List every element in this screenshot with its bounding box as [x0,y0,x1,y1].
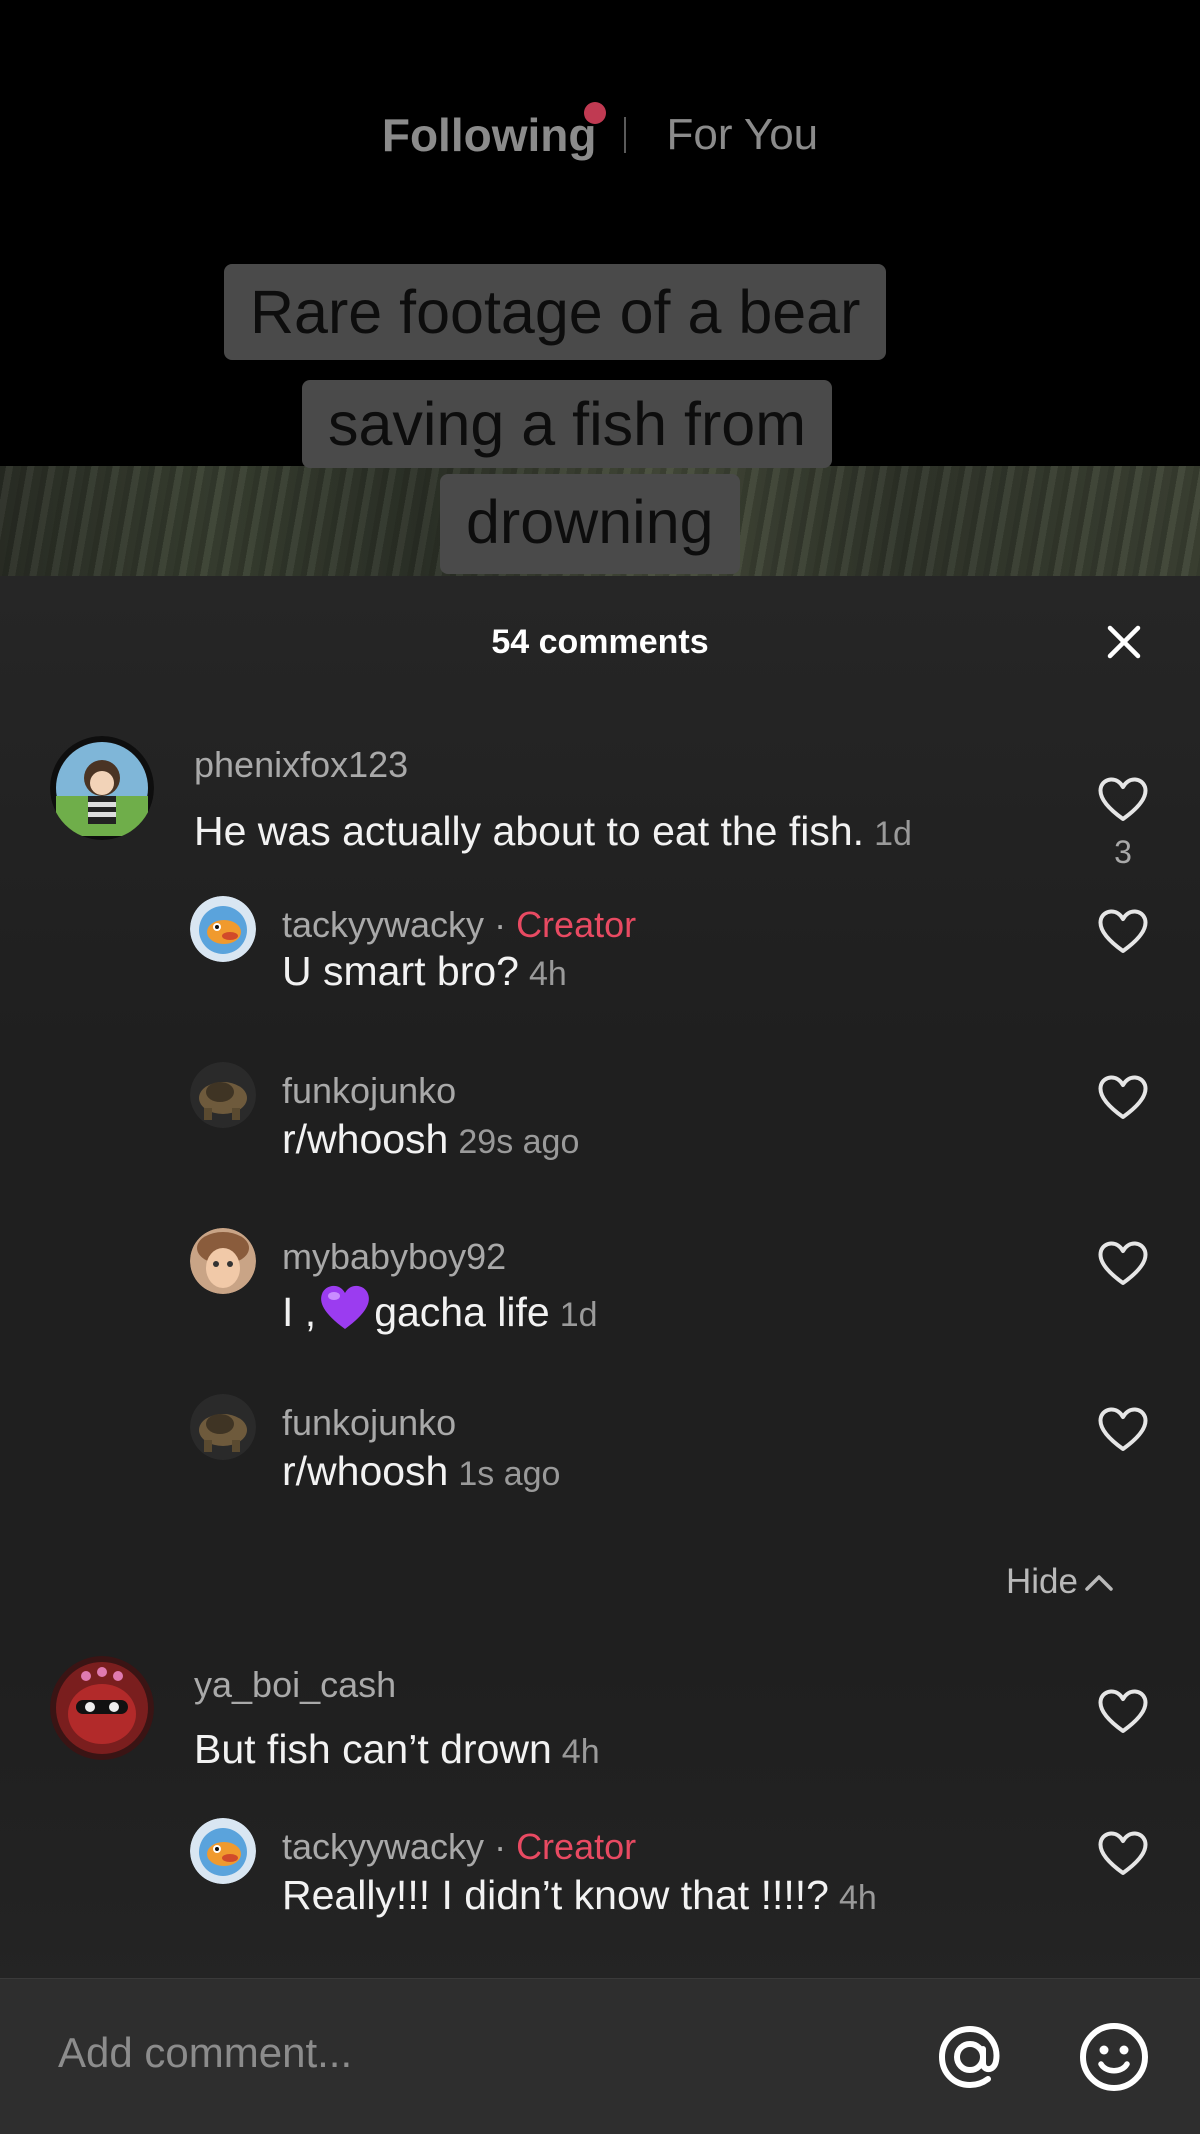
creator-badge: Creator [516,1826,637,1867]
separator-dot: · [494,1826,517,1867]
comment-body: But fish can’t drown [194,1726,552,1772]
avatar[interactable] [50,736,154,840]
comment-text: U smart bro? 4h [282,948,567,995]
reply-username[interactable]: tackyywacky [282,1826,484,1867]
comment-username: tackyywacky · Creator [282,1826,636,1868]
comment-username: tackyywacky · Creator [282,904,636,946]
close-icon [1107,625,1141,659]
comment-body-start: I , [282,1289,317,1335]
video-caption-line: saving a fish from [302,380,833,468]
comment-username[interactable]: funkojunko [282,1070,456,1112]
hide-replies-label: Hide [1006,1562,1078,1601]
comment-composer: Add comment... [0,1978,1200,2134]
heart-icon[interactable] [1096,1072,1150,1122]
comment-body: r/whoosh [282,1116,449,1162]
emoji-icon [1080,2023,1148,2091]
chevron-up-icon [1085,1575,1113,1591]
comment-body-end: gacha life [374,1289,550,1335]
add-comment-input[interactable]: Add comment... [58,2029,352,2077]
purple-heart-emoji [321,1285,370,1329]
avatar[interactable] [50,1656,154,1760]
tab-for-you-label: For You [666,110,819,159]
like-count: 3 [1114,834,1132,870]
at-icon [938,2025,1000,2089]
comment-text: But fish can’t drown 4h [194,1726,600,1773]
avatar[interactable] [190,1228,256,1294]
comment-body: U smart bro? [282,948,519,994]
comments-sheet: 54 comments phenixfox123 He was actually… [0,576,1200,2134]
tab-divider [624,117,627,153]
feed-tabs: Following For You [0,100,1200,170]
emoji-button[interactable] [1076,2019,1152,2095]
creator-badge: Creator [516,904,637,945]
comment-text: r/whoosh 29s ago [282,1116,579,1163]
comment-body: Really!!! I didn’t know that !!!!? [282,1872,829,1918]
comments-count: 54 comments [491,623,709,661]
comment-text: I , gacha life 1d [282,1282,598,1336]
heart-icon[interactable] [1096,1686,1150,1736]
comment-text: He was actually about to eat the fish. 1d [194,808,912,855]
comment-time: 1d [874,815,912,853]
comment-body: He was actually about to eat the fish. [194,808,865,854]
heart-icon[interactable] [1096,1238,1150,1288]
avatar[interactable] [190,1394,256,1460]
tab-following-label: Following [381,109,597,161]
heart-icon[interactable] [1096,906,1150,956]
video-caption-line: Rare footage of a bear [224,264,887,360]
notification-dot [584,102,607,124]
comment-body: r/whoosh [282,1448,449,1494]
comment-time: 4h [561,1733,600,1771]
comment-username[interactable]: funkojunko [282,1402,456,1444]
avatar[interactable] [190,1062,256,1128]
tab-following[interactable]: Following [381,102,607,162]
comment-time: 29s ago [458,1123,580,1161]
heart-icon[interactable] [1096,1828,1150,1878]
separator-dot: · [494,904,517,945]
comment-time: 1d [559,1296,598,1334]
comment-time: 4h [838,1879,877,1917]
avatar[interactable] [190,896,256,962]
comment-text: Really!!! I didn’t know that !!!!? 4h [282,1872,877,1919]
mention-button[interactable] [932,2019,1008,2095]
close-button[interactable] [1100,618,1148,666]
tab-for-you[interactable]: For You [666,110,818,160]
video-caption-line: drowning [440,474,740,574]
video-player[interactable]: Following For You Rare footage of a bear… [0,0,1200,580]
reply-username[interactable]: tackyywacky [282,904,484,945]
comment-text: r/whoosh 1s ago [282,1448,560,1495]
comment-time: 1s ago [458,1455,561,1493]
hide-replies-button[interactable]: Hide [1006,1562,1114,1602]
comment-username[interactable]: ya_boi_cash [194,1664,396,1706]
comment-username[interactable]: phenixfox123 [194,744,408,786]
heart-icon[interactable] [1096,1404,1150,1454]
heart-icon[interactable] [1096,774,1150,824]
comment-username[interactable]: mybabyboy92 [282,1236,506,1278]
avatar[interactable] [190,1818,256,1884]
comment-time: 4h [528,955,567,993]
